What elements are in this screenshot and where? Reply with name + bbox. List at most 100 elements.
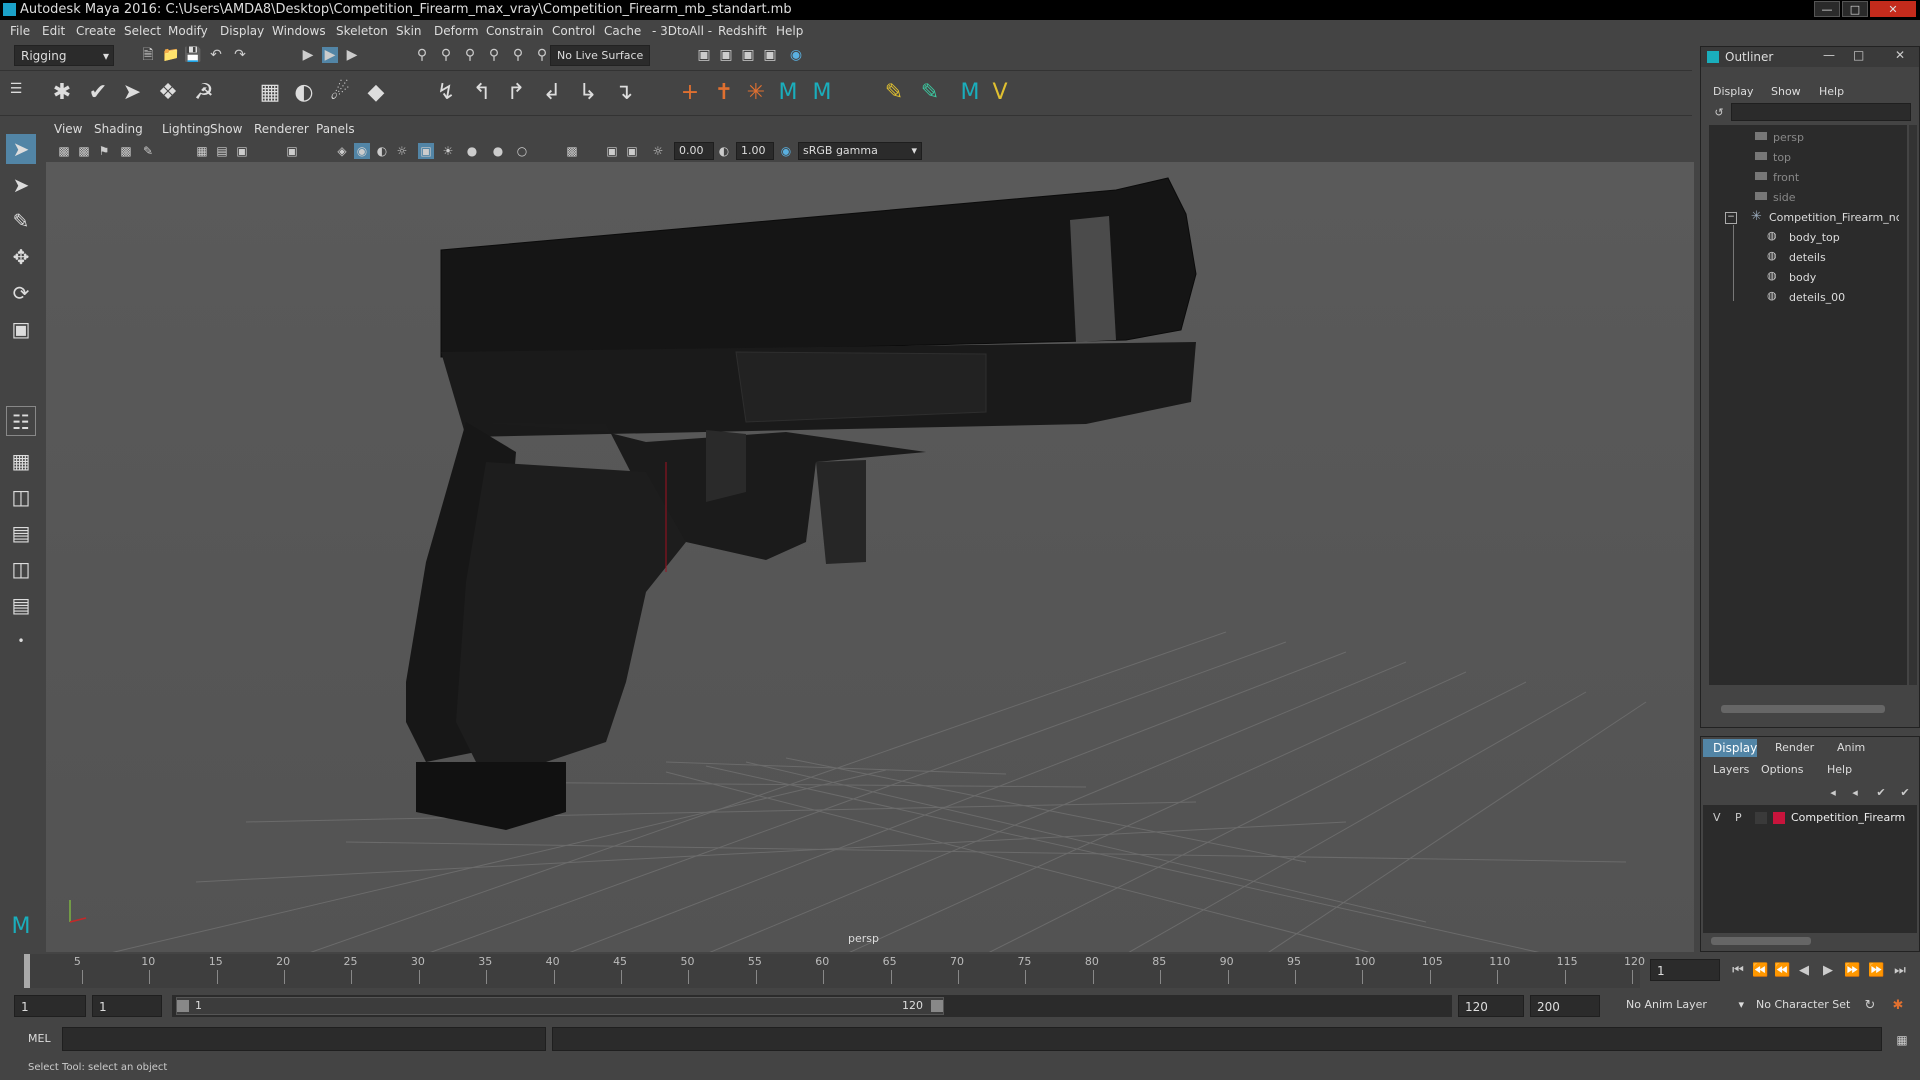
outliner-menu-show[interactable]: Show	[1771, 85, 1801, 98]
menu-set-dropdown[interactable]: Rigging ▾	[14, 45, 114, 66]
new-layer-selected-icon[interactable]: ✔	[1897, 785, 1913, 801]
rotate-tool-icon[interactable]: ⟳	[6, 278, 36, 308]
isolate-select-icon[interactable]: ▣	[418, 143, 434, 159]
snap-surface-icon[interactable]: ⚲	[510, 47, 526, 63]
graph-editor-layout-icon[interactable]: ▤	[6, 590, 36, 620]
current-frame-field[interactable]: 1	[1650, 959, 1720, 981]
maya-logo-icon[interactable]: M	[774, 79, 802, 107]
step-back-key-icon[interactable]: ⏪	[1774, 963, 1790, 979]
time-slider-track[interactable]: 5 10 15 20 25 30 35 40 45 50 55 60 65 70 75 80 85 90 95 100…	[24, 954, 1645, 988]
select-hierarchy-icon[interactable]: ▶	[300, 47, 316, 63]
layer-menu-help[interactable]: Help	[1827, 763, 1852, 776]
xray-joints-icon[interactable]: ▣	[604, 143, 620, 159]
xray-icon[interactable]: ▩	[564, 143, 580, 159]
ik-spline-icon[interactable]: ➤	[118, 79, 146, 107]
color-management-icon[interactable]: ◉	[778, 143, 794, 159]
maximize-icon[interactable]: □	[1853, 48, 1864, 62]
menu-redshift[interactable]: Redshift	[718, 24, 767, 38]
menu-constrain[interactable]: Constrain	[486, 24, 544, 38]
select-object-icon[interactable]: ▶	[322, 47, 338, 63]
grease-pencil-icon[interactable]: ✎	[140, 143, 156, 159]
close-button[interactable]: ✕	[1870, 1, 1916, 17]
smooth-shade-icon[interactable]: ◉	[354, 143, 370, 159]
orient-constraint-icon[interactable]: ↱	[502, 79, 530, 107]
pole-vector-icon[interactable]: ↴	[610, 79, 638, 107]
humanik-icon[interactable]: ☭	[190, 79, 218, 107]
menu-skin[interactable]: Skin	[396, 24, 422, 38]
motion-blur-icon[interactable]: ●	[490, 143, 506, 159]
menu-control[interactable]: Control	[552, 24, 595, 38]
shadows-icon[interactable]: ☀	[440, 143, 456, 159]
menu-select[interactable]: Select	[124, 24, 161, 38]
viewport-menu-view[interactable]: View	[54, 122, 82, 136]
select-tool-icon[interactable]: ➤	[6, 134, 36, 164]
menu-skeleton[interactable]: Skeleton	[336, 24, 388, 38]
parent-constraint-icon[interactable]: ↳	[574, 79, 602, 107]
snap-point-icon[interactable]: ⚲	[462, 47, 478, 63]
four-view-layout-icon[interactable]: ▦	[6, 446, 36, 476]
camera-attributes-icon[interactable]: ▩	[76, 143, 92, 159]
outliner-item-deteils-00[interactable]: ◍ deteils_00	[1709, 289, 1899, 309]
layer-menu-layers[interactable]: Layers	[1713, 763, 1749, 776]
outliner-horizontal-scrollbar[interactable]	[1721, 705, 1885, 713]
layer-visibility-toggle[interactable]: V	[1713, 811, 1721, 824]
textured-icon[interactable]: ◐	[374, 143, 390, 159]
locator-icon[interactable]: +	[676, 79, 704, 107]
hypershade-layout-icon[interactable]: ◫	[6, 554, 36, 584]
ik-handle-icon[interactable]: ✔	[84, 79, 112, 107]
layer-menu-options[interactable]: Options	[1761, 763, 1803, 776]
layer-color-swatch[interactable]	[1773, 812, 1785, 824]
script-editor-icon[interactable]: ▦	[1894, 1032, 1910, 1048]
bind-skin-icon[interactable]: ❖	[154, 79, 182, 107]
persp-outliner-layout-icon[interactable]: ◫	[6, 482, 36, 512]
snap-view-icon[interactable]: ⚲	[486, 47, 502, 63]
outliner-vertical-scrollbar[interactable]	[1909, 125, 1917, 685]
menu-modify[interactable]: Modify	[168, 24, 208, 38]
gamma-field[interactable]: 1.00	[736, 142, 774, 160]
single-perspective-layout-icon[interactable]: ☷	[6, 406, 36, 436]
step-back-icon[interactable]: ⏪	[1752, 963, 1768, 979]
new-scene-icon[interactable]: 🗎	[140, 47, 156, 63]
play-forward-icon[interactable]: ▶	[1820, 963, 1836, 979]
lattice-icon[interactable]: ◐	[290, 79, 318, 107]
render-settings-icon[interactable]: ▣	[696, 47, 712, 63]
character-set-dropdown[interactable]: No Character Set	[1750, 995, 1870, 1017]
menu-create[interactable]: Create	[76, 24, 116, 38]
maya-home-icon[interactable]: M	[6, 912, 36, 942]
scale-constraint-icon[interactable]: ↲	[538, 79, 566, 107]
paint-select-icon[interactable]: ✎	[6, 206, 36, 236]
outliner-item-top[interactable]: top	[1709, 149, 1899, 169]
menu-cache[interactable]: Cache	[604, 24, 641, 38]
layout-menu-icon[interactable]: •	[6, 626, 36, 656]
snap-vertex-icon[interactable]: ⚲	[534, 47, 550, 63]
outliner-item-deteils[interactable]: ◍ deteils	[1709, 249, 1899, 269]
image-plane-icon[interactable]: ▩	[118, 143, 134, 159]
snap-curve-icon[interactable]: ⚲	[438, 47, 454, 63]
paint-weights-icon[interactable]: ✎	[880, 79, 908, 107]
filter-icon[interactable]: ↺	[1711, 105, 1727, 121]
command-input[interactable]	[62, 1027, 546, 1051]
outliner-item-body-top[interactable]: ◍ body_top	[1709, 229, 1899, 249]
mel-label[interactable]: MEL	[28, 1032, 51, 1045]
layer-display-type-toggle[interactable]	[1755, 812, 1767, 824]
ambient-occlusion-icon[interactable]: ●	[464, 143, 480, 159]
new-layer-icon[interactable]: ✔	[1873, 785, 1889, 801]
range-end-handle[interactable]	[931, 1000, 943, 1012]
viewport-menu-panels[interactable]: Panels	[316, 122, 355, 136]
lighting-icon[interactable]: ☼	[394, 143, 410, 159]
range-slider-track[interactable]: 1 120	[172, 995, 1452, 1017]
undo-icon[interactable]: ↶	[208, 47, 224, 63]
animation-end-field[interactable]: 200	[1530, 995, 1600, 1017]
outliner-item-front[interactable]: front	[1709, 169, 1899, 189]
point-constraint-icon[interactable]: ↯	[432, 79, 460, 107]
snap-grid-icon[interactable]: ⚲	[414, 47, 430, 63]
live-surface-field[interactable]: No Live Surface	[550, 45, 650, 66]
joint-tool-icon[interactable]: ✱	[48, 79, 76, 107]
move-tool-icon[interactable]: ✥	[6, 242, 36, 272]
current-time-indicator[interactable]	[24, 954, 30, 988]
anim-layer-dropdown[interactable]: No Anim Layer ▾	[1620, 995, 1746, 1017]
outliner-item-body[interactable]: ◍ body	[1709, 269, 1899, 289]
go-to-start-icon[interactable]: ⏮	[1730, 963, 1746, 979]
outliner-menu-help[interactable]: Help	[1819, 85, 1844, 98]
render-view-icon[interactable]: ◉	[788, 47, 804, 63]
